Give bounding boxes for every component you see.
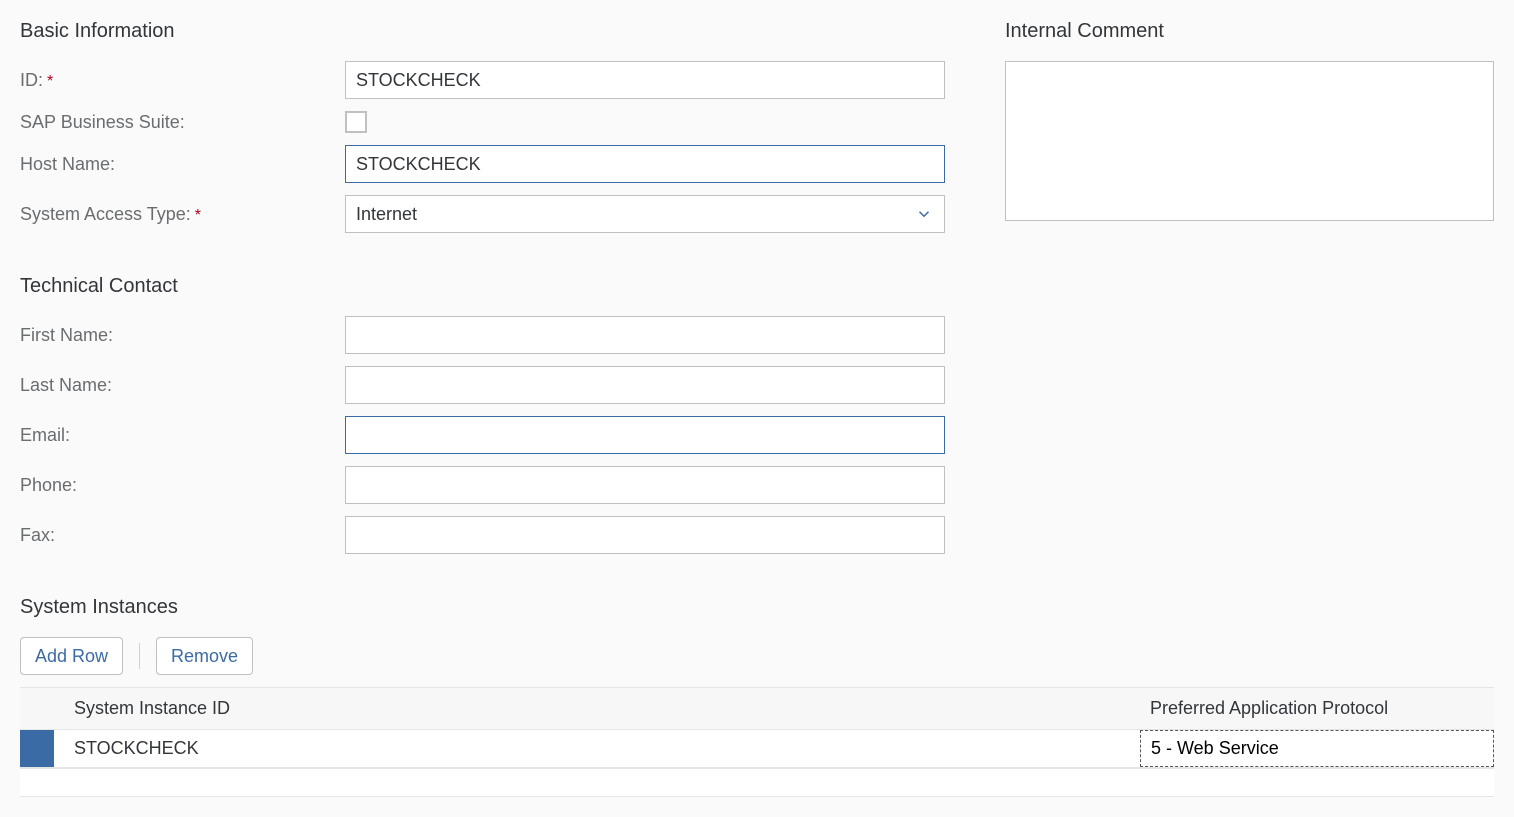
system-instances-table: System Instance ID Preferred Application… (20, 687, 1494, 797)
email-label: Email: (20, 425, 345, 446)
system-access-type-label: System Access Type:* (20, 204, 345, 225)
table-empty-area (20, 768, 1494, 796)
first-name-label: First Name: (20, 325, 345, 346)
fax-label: Fax: (20, 525, 345, 546)
sap-business-suite-checkbox[interactable] (345, 111, 367, 133)
internal-comment-title: Internal Comment (1005, 20, 1494, 43)
host-name-label: Host Name: (20, 154, 345, 175)
fax-input[interactable] (345, 516, 945, 554)
table-header-instance-id[interactable]: System Instance ID (54, 688, 1140, 729)
sap-business-suite-label: SAP Business Suite: (20, 112, 345, 133)
internal-comment-textarea[interactable] (1005, 61, 1494, 221)
table-row[interactable]: STOCKCHECK (20, 730, 1494, 768)
row-selector[interactable] (20, 730, 54, 767)
id-label: ID:* (20, 70, 345, 91)
table-header-protocol[interactable]: Preferred Application Protocol (1140, 688, 1494, 729)
table-header-selector (20, 688, 54, 729)
remove-button[interactable]: Remove (156, 637, 253, 675)
required-asterisk-icon: * (195, 207, 201, 224)
system-access-type-value[interactable] (345, 195, 945, 233)
email-input[interactable] (345, 416, 945, 454)
phone-input[interactable] (345, 466, 945, 504)
add-row-button[interactable]: Add Row (20, 637, 123, 675)
required-asterisk-icon: * (47, 73, 53, 90)
phone-label: Phone: (20, 475, 345, 496)
cell-protocol-input[interactable] (1140, 730, 1494, 767)
system-instances-title: System Instances (20, 596, 1494, 619)
host-name-input[interactable] (345, 145, 945, 183)
last-name-input[interactable] (345, 366, 945, 404)
first-name-input[interactable] (345, 316, 945, 354)
last-name-label: Last Name: (20, 375, 345, 396)
cell-instance-id[interactable]: STOCKCHECK (54, 730, 1140, 767)
system-access-type-select[interactable] (345, 195, 945, 233)
id-input[interactable] (345, 61, 945, 99)
technical-contact-title: Technical Contact (20, 275, 965, 298)
toolbar-separator (139, 643, 140, 669)
basic-information-title: Basic Information (20, 20, 965, 43)
